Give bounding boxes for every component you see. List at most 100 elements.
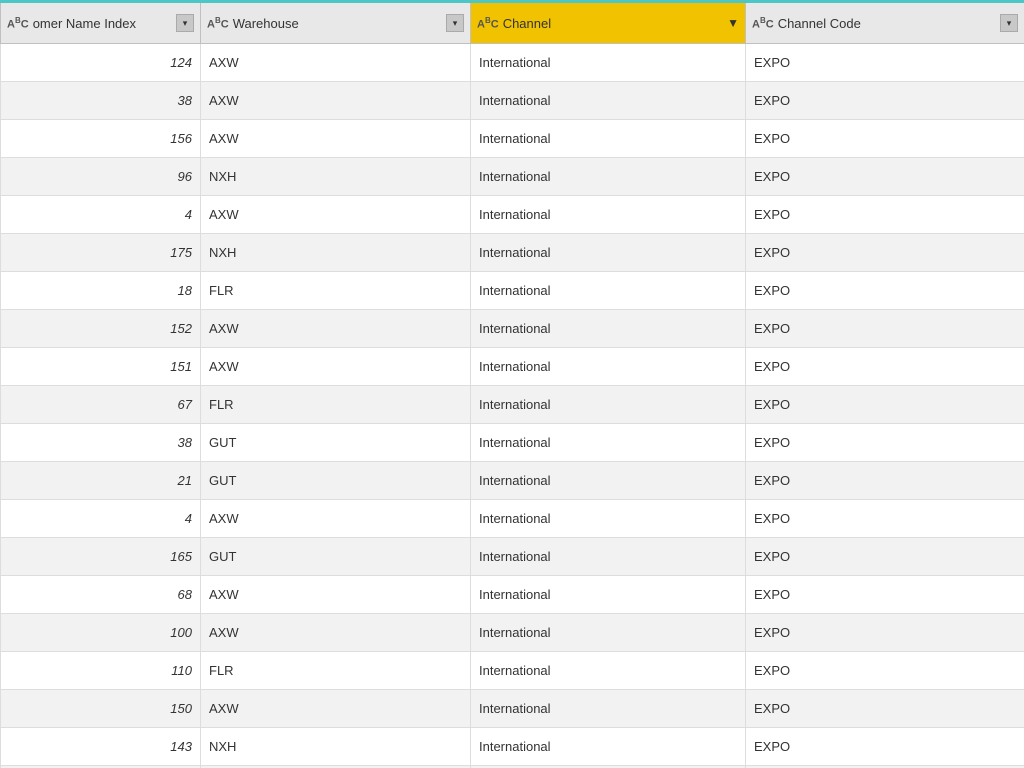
cell-customer: 38 [1, 424, 201, 462]
cell-channelcode: EXPO [746, 500, 1024, 538]
cell-channel: International [471, 158, 746, 196]
cell-customer: 4 [1, 500, 201, 538]
cell-channel: International [471, 44, 746, 82]
cell-channel: International [471, 500, 746, 538]
cell-warehouse: NXH [201, 158, 471, 196]
col-dropdown-customer[interactable]: ▾ [176, 14, 194, 32]
cell-channel: International [471, 424, 746, 462]
cell-channelcode: EXPO [746, 310, 1024, 348]
cell-warehouse: AXW [201, 576, 471, 614]
cell-customer: 175 [1, 234, 201, 272]
table-row: 151AXWInternationalEXPO [1, 348, 1024, 386]
cell-channelcode: EXPO [746, 614, 1024, 652]
col-header-channel: ABC Channel ▼ [471, 2, 746, 44]
cell-channel: International [471, 272, 746, 310]
cell-channel: International [471, 462, 746, 500]
data-table: ABC omer Name Index ▾ ABC Warehouse ▾ [0, 0, 1024, 768]
cell-customer: 124 [1, 44, 201, 82]
cell-channelcode: EXPO [746, 348, 1024, 386]
table-row: 68AXWInternationalEXPO [1, 576, 1024, 614]
cell-customer: 67 [1, 386, 201, 424]
table-row: 124AXWInternationalEXPO [1, 44, 1024, 82]
table-row: 165GUTInternationalEXPO [1, 538, 1024, 576]
cell-customer: 38 [1, 82, 201, 120]
cell-channelcode: EXPO [746, 82, 1024, 120]
cell-warehouse: FLR [201, 652, 471, 690]
table-row: 175NXHInternationalEXPO [1, 234, 1024, 272]
cell-warehouse: NXH [201, 234, 471, 272]
cell-warehouse: GUT [201, 462, 471, 500]
table-row: 150AXWInternationalEXPO [1, 690, 1024, 728]
table-row: 21GUTInternationalEXPO [1, 462, 1024, 500]
col-header-warehouse: ABC Warehouse ▾ [201, 2, 471, 44]
cell-channel: International [471, 82, 746, 120]
cell-warehouse: AXW [201, 500, 471, 538]
cell-customer: 165 [1, 538, 201, 576]
table-row: 67FLRInternationalEXPO [1, 386, 1024, 424]
cell-customer: 100 [1, 614, 201, 652]
cell-channel: International [471, 120, 746, 158]
cell-channelcode: EXPO [746, 424, 1024, 462]
col-label-customer: omer Name Index [33, 16, 136, 31]
cell-warehouse: AXW [201, 196, 471, 234]
col-dropdown-channelcode[interactable]: ▾ [1000, 14, 1018, 32]
cell-customer: 18 [1, 272, 201, 310]
cell-channelcode: EXPO [746, 690, 1024, 728]
abc-type-icon-channelcode: ABC [752, 16, 774, 31]
cell-channelcode: EXPO [746, 196, 1024, 234]
cell-channelcode: EXPO [746, 158, 1024, 196]
cell-warehouse: AXW [201, 614, 471, 652]
table-body: 124AXWInternationalEXPO38AXWInternationa… [1, 44, 1024, 768]
cell-channelcode: EXPO [746, 234, 1024, 272]
table-row: 110FLRInternationalEXPO [1, 652, 1024, 690]
table-row: 4AXWInternationalEXPO [1, 196, 1024, 234]
cell-customer: 110 [1, 652, 201, 690]
col-dropdown-warehouse[interactable]: ▾ [446, 14, 464, 32]
table-row: 152AXWInternationalEXPO [1, 310, 1024, 348]
abc-type-icon-channel: ABC [477, 16, 499, 31]
cell-channelcode: EXPO [746, 272, 1024, 310]
col-label-channel: Channel [503, 16, 551, 31]
cell-warehouse: AXW [201, 310, 471, 348]
cell-warehouse: AXW [201, 348, 471, 386]
abc-type-icon-warehouse: ABC [207, 16, 229, 31]
cell-customer: 96 [1, 158, 201, 196]
cell-channelcode: EXPO [746, 652, 1024, 690]
cell-warehouse: AXW [201, 82, 471, 120]
col-header-customer: ABC omer Name Index ▾ [1, 2, 201, 44]
cell-warehouse: FLR [201, 272, 471, 310]
cell-channel: International [471, 728, 746, 766]
cell-channelcode: EXPO [746, 120, 1024, 158]
cell-warehouse: GUT [201, 538, 471, 576]
cell-customer: 4 [1, 196, 201, 234]
col-label-channelcode: Channel Code [778, 16, 861, 31]
cell-channel: International [471, 538, 746, 576]
table-row: 156AXWInternationalEXPO [1, 120, 1024, 158]
cell-channel: International [471, 614, 746, 652]
table-row: 4AXWInternationalEXPO [1, 500, 1024, 538]
cell-customer: 143 [1, 728, 201, 766]
cell-channel: International [471, 652, 746, 690]
cell-warehouse: NXH [201, 728, 471, 766]
cell-channelcode: EXPO [746, 728, 1024, 766]
cell-channel: International [471, 348, 746, 386]
cell-customer: 156 [1, 120, 201, 158]
cell-warehouse: FLR [201, 386, 471, 424]
cell-warehouse: GUT [201, 424, 471, 462]
table-row: 100AXWInternationalEXPO [1, 614, 1024, 652]
cell-channel: International [471, 196, 746, 234]
table-row: 18FLRInternationalEXPO [1, 272, 1024, 310]
table-row: 38GUTInternationalEXPO [1, 424, 1024, 462]
cell-channelcode: EXPO [746, 386, 1024, 424]
cell-channel: International [471, 576, 746, 614]
data-table-container: ABC omer Name Index ▾ ABC Warehouse ▾ [0, 0, 1024, 768]
table-row: 96NXHInternationalEXPO [1, 158, 1024, 196]
cell-warehouse: AXW [201, 120, 471, 158]
cell-channel: International [471, 690, 746, 728]
cell-customer: 68 [1, 576, 201, 614]
col-header-channelcode: ABC Channel Code ▾ [746, 2, 1024, 44]
cell-customer: 151 [1, 348, 201, 386]
filter-active-icon-channel[interactable]: ▼ [727, 16, 739, 30]
table-header-row: ABC omer Name Index ▾ ABC Warehouse ▾ [1, 2, 1024, 44]
cell-channelcode: EXPO [746, 462, 1024, 500]
